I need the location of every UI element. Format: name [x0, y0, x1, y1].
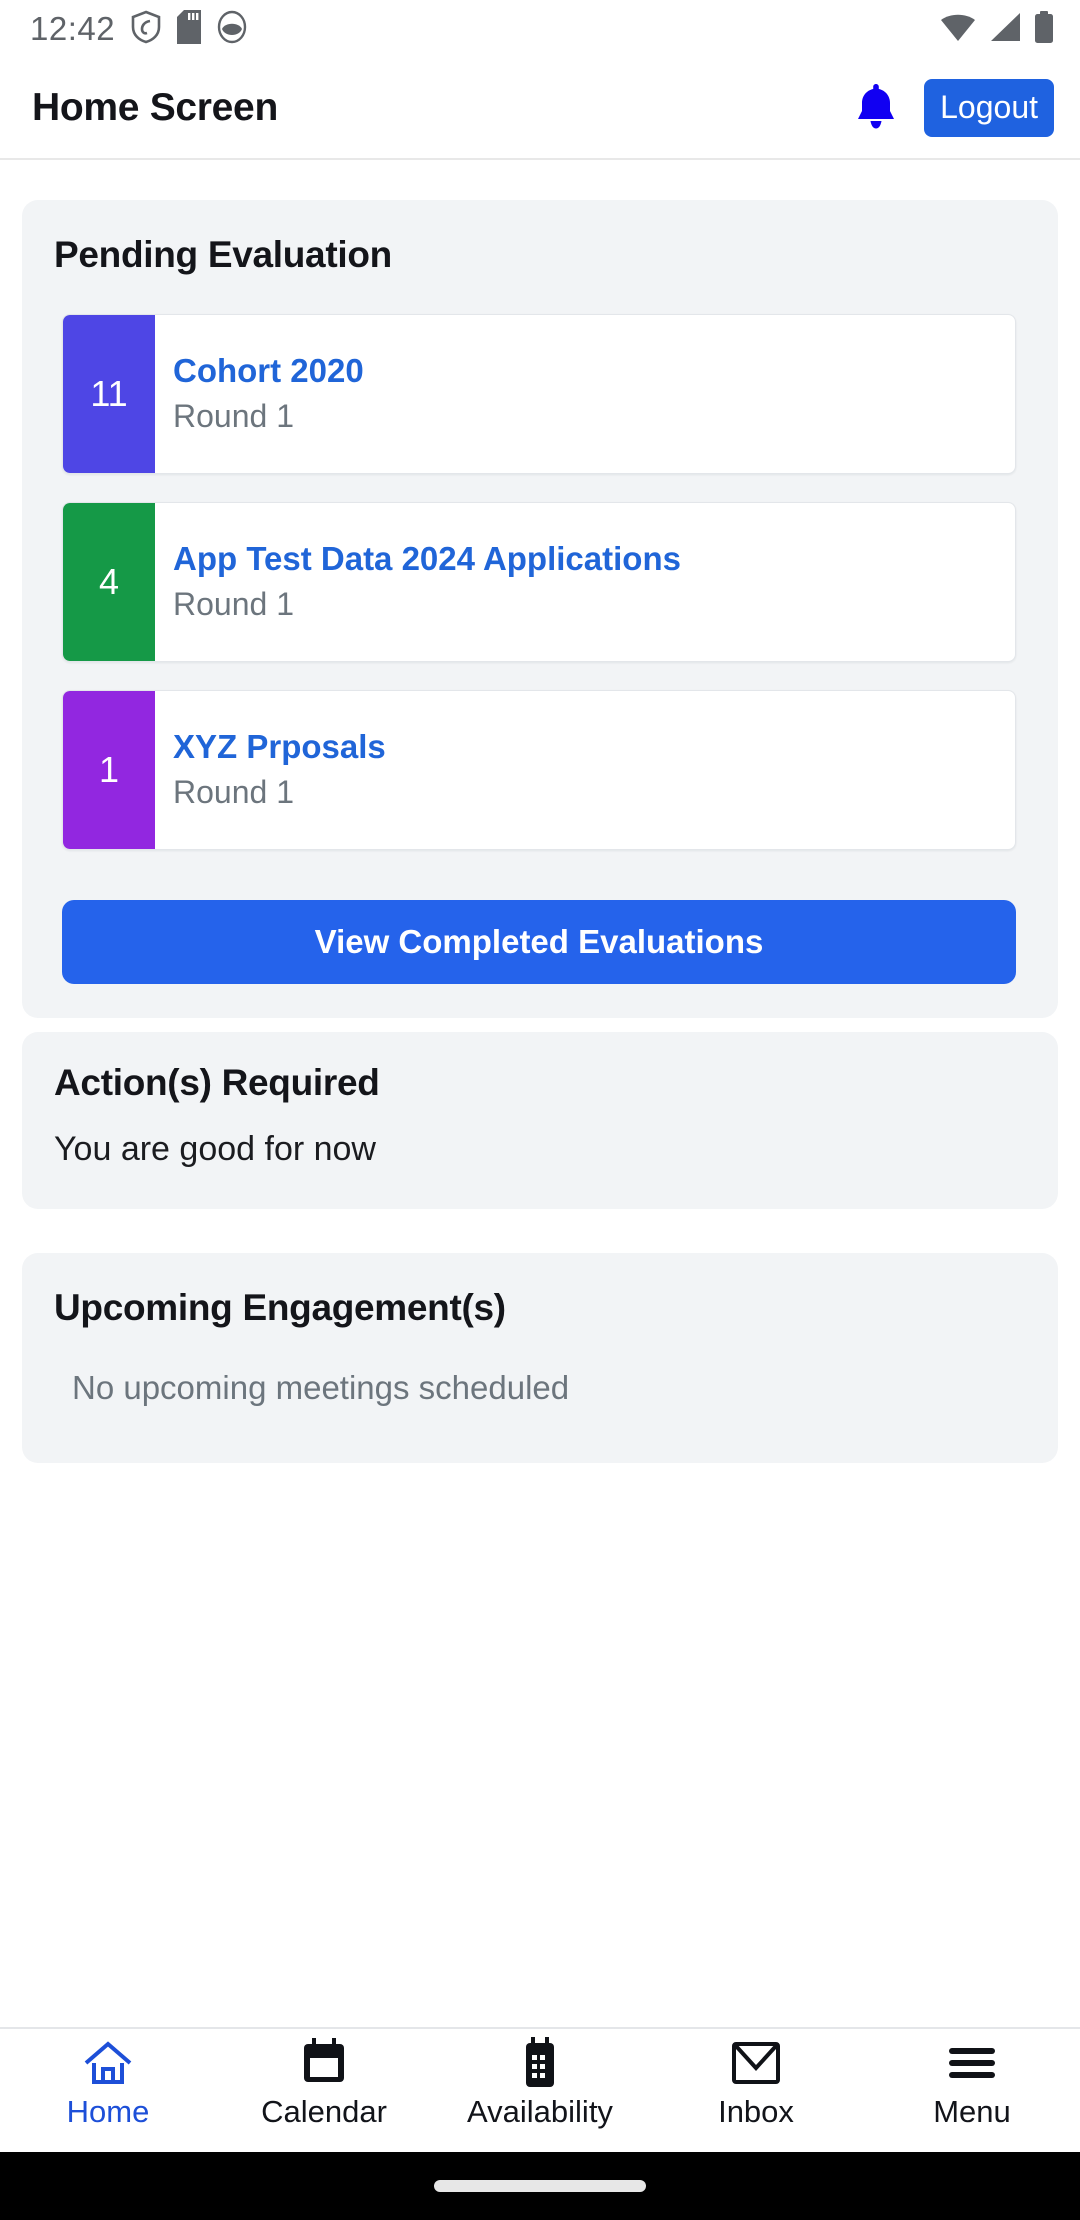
- calendar-icon: [299, 2037, 349, 2089]
- pending-evaluation-card: Pending Evaluation 11 Cohort 2020 Round …: [22, 200, 1058, 1018]
- evaluation-count-badge: 4: [63, 503, 155, 661]
- nav-label-menu: Menu: [933, 2094, 1011, 2129]
- app-badge-icon: [217, 10, 247, 49]
- wifi-icon: [940, 12, 976, 47]
- status-bar-right: [940, 10, 1054, 48]
- envelope-icon: [730, 2037, 782, 2089]
- gesture-pill[interactable]: [434, 2180, 646, 2192]
- evaluation-round: Round 1: [173, 398, 294, 435]
- nav-item-calendar[interactable]: Calendar: [216, 2037, 432, 2127]
- actions-required-card: Action(s) Required You are good for now: [22, 1032, 1058, 1209]
- list-item[interactable]: 1 XYZ Prposals Round 1: [62, 690, 1016, 850]
- battery-icon: [1034, 10, 1054, 48]
- list-item[interactable]: 4 App Test Data 2024 Applications Round …: [62, 502, 1016, 662]
- bottom-navigation-bar: Home Calendar Availability Inbox Menu: [0, 2027, 1080, 2152]
- status-bar: 12:42: [0, 0, 1080, 58]
- system-gesture-bar: [0, 2152, 1080, 2220]
- nav-label-inbox: Inbox: [718, 2094, 794, 2129]
- evaluation-name-link[interactable]: App Test Data 2024 Applications: [173, 538, 1015, 580]
- nav-label-home: Home: [66, 2094, 150, 2129]
- evaluation-round: Round 1: [173, 586, 294, 623]
- evaluation-count-badge: 1: [63, 691, 155, 849]
- nav-label-availability: Availability: [467, 2094, 613, 2129]
- actions-required-message: You are good for now: [54, 1130, 376, 1168]
- nav-item-availability[interactable]: Availability: [432, 2037, 648, 2127]
- nav-item-inbox[interactable]: Inbox: [648, 2037, 864, 2127]
- notification-bell-button[interactable]: [850, 81, 902, 135]
- hamburger-menu-icon: [946, 2037, 998, 2089]
- sd-card-icon: [177, 9, 202, 49]
- header-actions: Logout: [850, 79, 1054, 137]
- nav-item-home[interactable]: Home: [0, 2037, 216, 2127]
- bell-icon: [854, 81, 898, 136]
- evaluation-round: Round 1: [173, 774, 294, 811]
- phone-screen: 12:42 Home Screen Logout Pending Evaluat…: [0, 0, 1080, 2220]
- nav-item-menu[interactable]: Menu: [864, 2037, 1080, 2127]
- view-completed-evaluations-button[interactable]: View Completed Evaluations: [62, 900, 1016, 984]
- nav-label-calendar: Calendar: [261, 2094, 387, 2129]
- app-header: Home Screen Logout: [0, 58, 1080, 160]
- pending-evaluation-title: Pending Evaluation: [54, 234, 392, 275]
- availability-device-icon: [520, 2037, 560, 2089]
- shield-icon: [131, 10, 161, 49]
- cellular-signal-icon: [989, 12, 1021, 47]
- evaluation-info: XYZ Prposals Round 1: [155, 691, 1015, 849]
- evaluation-count-badge: 11: [63, 315, 155, 473]
- list-item[interactable]: 11 Cohort 2020 Round 1: [62, 314, 1016, 474]
- status-bar-left: 12:42: [30, 9, 247, 49]
- home-icon: [82, 2037, 134, 2089]
- upcoming-engagements-title: Upcoming Engagement(s): [54, 1287, 506, 1328]
- status-bar-clock: 12:42: [30, 10, 116, 47]
- evaluation-name-link[interactable]: XYZ Prposals: [173, 726, 1015, 768]
- evaluation-info: App Test Data 2024 Applications Round 1: [155, 503, 1015, 661]
- page-title: Home Screen: [32, 86, 278, 129]
- pending-evaluation-list: 11 Cohort 2020 Round 1 4 App Test Data 2…: [54, 314, 1026, 850]
- logout-button[interactable]: Logout: [924, 79, 1054, 137]
- evaluation-info: Cohort 2020 Round 1: [155, 315, 1015, 473]
- upcoming-engagements-card: Upcoming Engagement(s) No upcoming meeti…: [22, 1253, 1058, 1463]
- main-content: Pending Evaluation 11 Cohort 2020 Round …: [0, 160, 1080, 2027]
- upcoming-engagements-message: No upcoming meetings scheduled: [72, 1369, 570, 1406]
- actions-required-title: Action(s) Required: [54, 1062, 380, 1103]
- evaluation-name-link[interactable]: Cohort 2020: [173, 350, 1015, 392]
